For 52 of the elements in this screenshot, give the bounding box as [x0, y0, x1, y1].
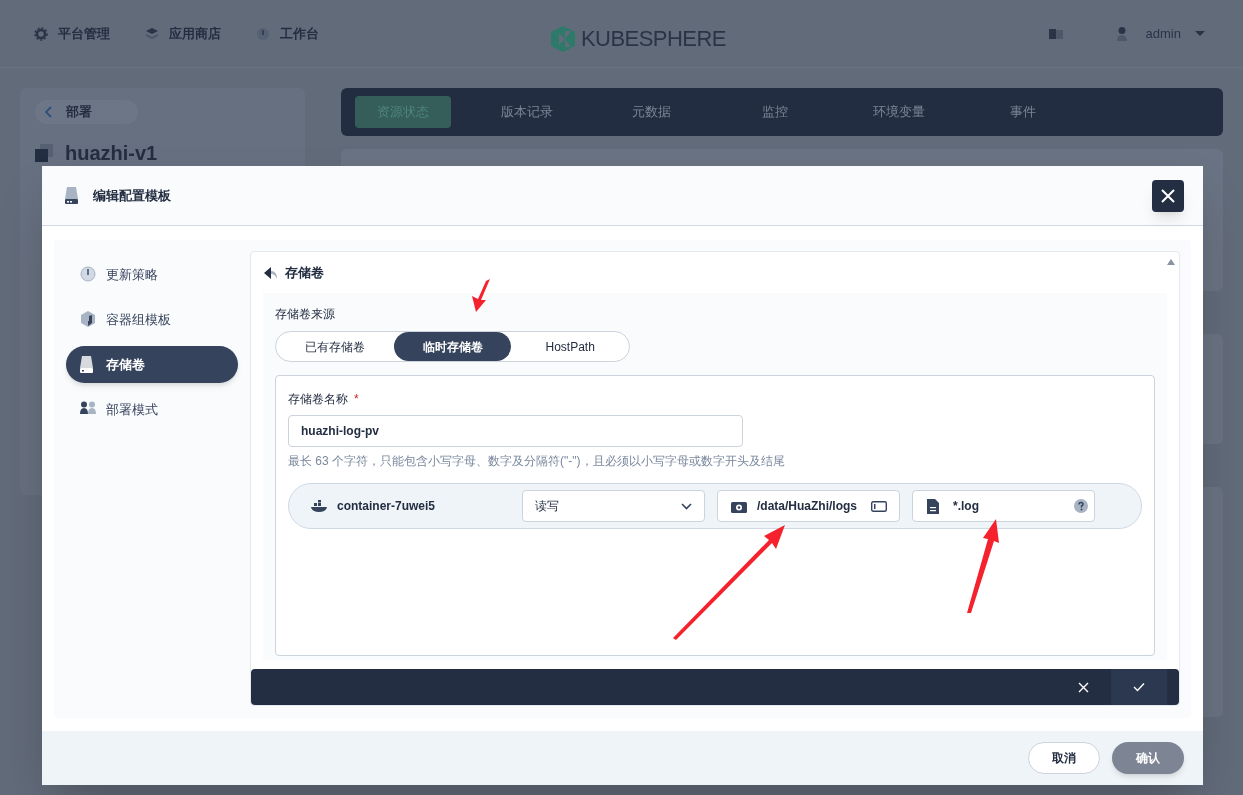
- tab[interactable]: 监控: [727, 96, 823, 128]
- field-label: 存储卷名称: [288, 391, 348, 408]
- nav-item[interactable]: 部署模式: [66, 391, 238, 428]
- user-icon: [1116, 26, 1127, 41]
- field-icon: [871, 500, 887, 512]
- cube-icon: [80, 311, 96, 328]
- source-option[interactable]: 已有存储卷: [276, 332, 394, 361]
- scroll-up-icon: [1167, 259, 1175, 265]
- name-input[interactable]: huazhi-log-pv: [288, 415, 743, 447]
- close-button[interactable]: [1152, 180, 1184, 212]
- nav-item[interactable]: 更新策略: [66, 256, 238, 293]
- chevron-down-icon: [681, 502, 692, 510]
- tab[interactable]: 环境变量: [851, 96, 947, 128]
- mount-path-input[interactable]: /data/HuaZhi/logs: [717, 490, 900, 522]
- logo-text: KUBESPHERE: [581, 25, 726, 53]
- check-icon: [1133, 682, 1145, 692]
- help-icon: [1074, 499, 1088, 513]
- file-icon: [927, 498, 939, 514]
- gear-icon: [34, 26, 48, 41]
- dashboard-icon: [256, 26, 270, 41]
- gauge-icon: [80, 266, 96, 283]
- confirm-button[interactable]: 确认: [1112, 742, 1184, 774]
- required-mark: *: [354, 391, 359, 408]
- drive-icon: [65, 187, 78, 204]
- tab[interactable]: 事件: [975, 96, 1071, 128]
- container-name: container-7uwei5: [337, 498, 437, 515]
- tab[interactable]: 版本记录: [479, 96, 575, 128]
- caret-icon: [1195, 31, 1205, 36]
- log-path-input[interactable]: *.log: [912, 490, 1095, 522]
- drive-icon: [80, 356, 96, 373]
- book-icon: [1048, 28, 1063, 39]
- close-icon: [1077, 681, 1089, 693]
- source-option[interactable]: 临时存储卷: [393, 332, 512, 361]
- annotation-arrow: [472, 279, 490, 312]
- cancel-button[interactable]: 取消: [1028, 742, 1100, 774]
- resource-title: huazhi-v1: [65, 141, 158, 166]
- deployment-icon: [35, 144, 53, 162]
- close-icon: [1161, 189, 1175, 203]
- dialog-title: 编辑配置模板: [93, 186, 171, 205]
- field-label: 存储卷来源: [275, 306, 336, 323]
- chevron-left-icon: [45, 106, 52, 118]
- source-option[interactable]: HostPath: [511, 332, 629, 361]
- field-hint: 最长 63 个字符，只能包含小写字母、数字及分隔符("-")，且必须以小写字母或数字开头及结尾: [288, 453, 786, 470]
- tab[interactable]: 元数据: [603, 96, 699, 128]
- docker-icon: [311, 500, 327, 512]
- section-title: 存储卷: [285, 263, 324, 282]
- layers-icon: [145, 26, 159, 41]
- access-mode-select[interactable]: 读写: [522, 490, 705, 522]
- nav-item[interactable]: 存储卷: [66, 346, 238, 383]
- logo-icon: [551, 25, 575, 52]
- nav-item[interactable]: 容器组模板: [66, 301, 238, 338]
- back-arrow-icon: [264, 266, 277, 279]
